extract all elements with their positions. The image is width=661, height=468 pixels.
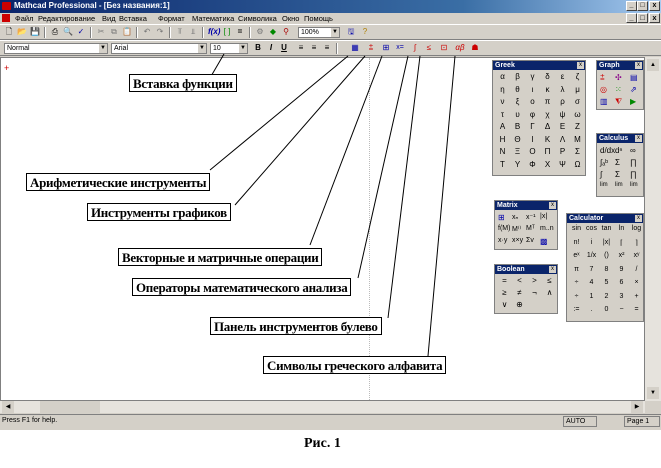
line-greek [427,55,456,357]
line-calculus [357,55,409,279]
line-boolean [387,55,421,319]
callout-graphs: Инструменты графиков [87,203,231,221]
callout-boolean: Панель инструментов булево [210,317,382,335]
callout-vector-matrix: Векторные и матричные операции [118,248,323,266]
callout-arithmetic: Арифметические инструменты [26,173,211,191]
line-graphs [234,55,366,206]
figure-caption: Рис. 1 [304,436,341,451]
line-vector [309,55,383,246]
callout-greek: Символы греческого алфавита [263,356,447,374]
callout-calculus: Операторы математического анализа [132,278,352,296]
callout-insert-function: Вставка функции [129,74,237,92]
